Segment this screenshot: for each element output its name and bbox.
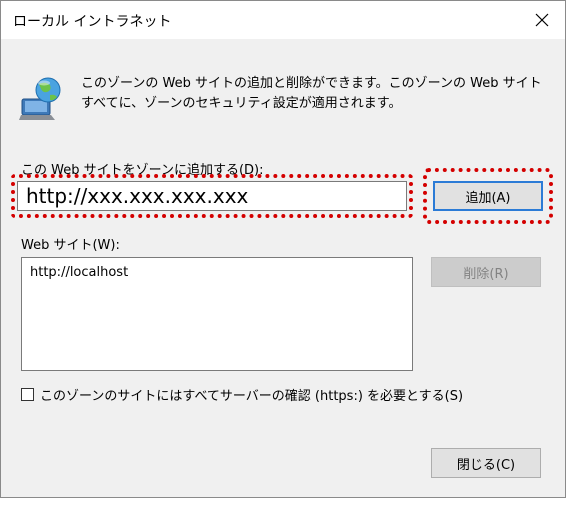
add-site-label: この Web サイトをゾーンに追加する(D): xyxy=(21,163,264,178)
close-window-button[interactable] xyxy=(519,1,565,39)
require-https-option[interactable]: このゾーンのサイトにはすべてサーバーの確認 (https:) を必要とする(S) xyxy=(21,385,463,404)
close-button[interactable]: 閉じる(C) xyxy=(431,448,541,478)
globe-computer-icon xyxy=(19,77,61,120)
websites-label: Web サイト(W): xyxy=(21,238,120,253)
list-item[interactable]: http://localhost xyxy=(30,264,404,282)
require-https-checkbox[interactable] xyxy=(21,388,34,401)
websites-list[interactable]: http://localhost xyxy=(21,257,413,371)
zone-description: このゾーンの Web サイトの追加と削除ができます。このゾーンの Web サイト… xyxy=(81,76,542,111)
title-bar: ローカル イントラネット xyxy=(1,1,565,39)
remove-button[interactable]: 削除(R) xyxy=(431,257,541,287)
require-https-label: このゾーンのサイトにはすべてサーバーの確認 (https:) を必要とする(S) xyxy=(40,389,464,404)
add-button[interactable]: 追加(A) xyxy=(433,181,543,211)
close-icon xyxy=(535,13,549,27)
local-intranet-dialog: ローカル イントラネット このゾーンの Web サイトの追加と削除ができます。こ… xyxy=(0,0,566,498)
window-title: ローカル イントラネット xyxy=(13,14,172,30)
site-url-input[interactable] xyxy=(17,181,407,211)
